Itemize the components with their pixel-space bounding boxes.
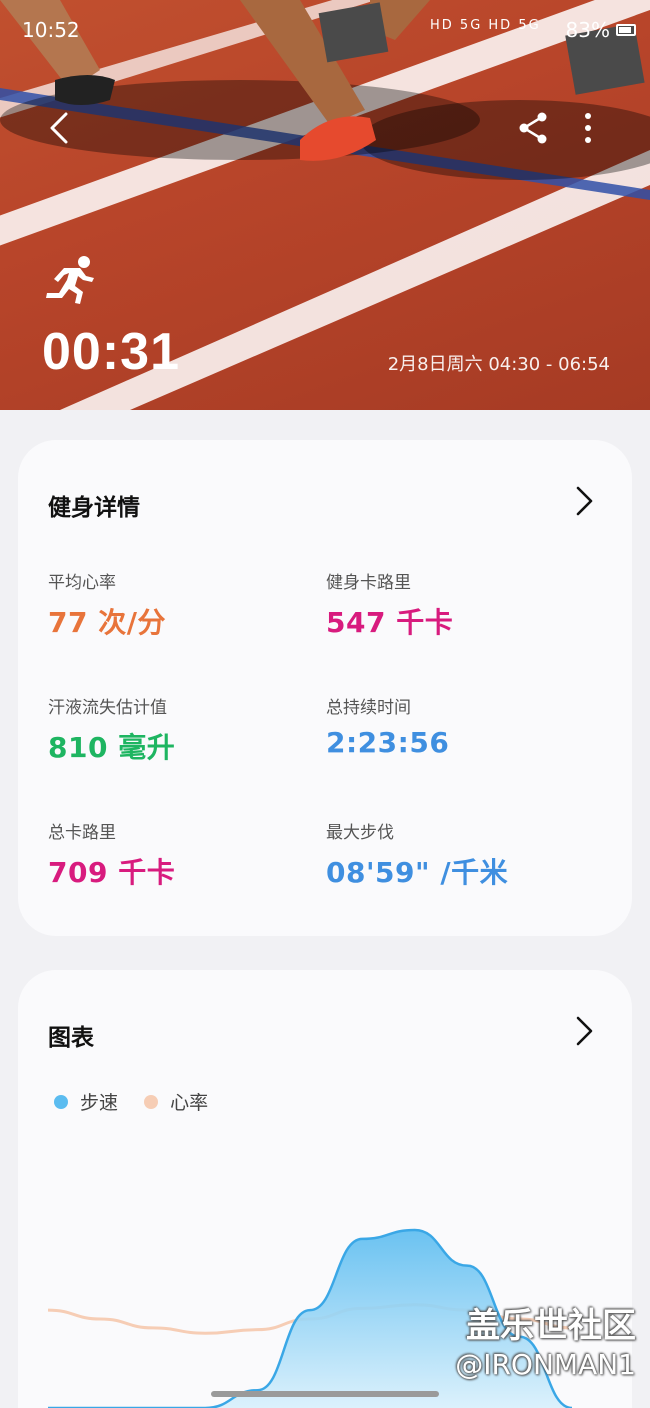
workout-time-range: 2月8日周六 04:30 - 06:54 — [387, 354, 610, 375]
back-button[interactable] — [40, 104, 80, 152]
home-indicator[interactable] — [211, 1391, 439, 1397]
metric-value: 77 次/分 — [48, 606, 166, 639]
legend-dot-pace — [54, 1094, 68, 1109]
battery-icon — [616, 24, 636, 36]
metric-total-calories: 总卡路里 709 千卡 — [48, 818, 318, 891]
metric-workout-calories: 健身卡路里 547 千卡 — [326, 568, 596, 641]
watermark-community: 盖乐世社区 — [466, 1306, 636, 1346]
metric-label: 健身卡路里 — [326, 573, 411, 593]
legend-dot-heart-rate — [144, 1094, 159, 1109]
metric-avg-heart-rate: 平均心率 77 次/分 — [48, 568, 318, 641]
workout-duration: 00:31 — [42, 323, 180, 381]
metric-max-pace: 最大步伐 08'59" /千米 — [326, 818, 596, 891]
chart-card-title: 图表 — [48, 1025, 94, 1051]
metric-value: 547 千卡 — [326, 606, 454, 639]
metric-value: 709 千卡 — [48, 856, 176, 889]
more-vertical-icon — [585, 113, 591, 143]
metric-total-duration: 总持续时间 2:23:56 — [326, 693, 596, 759]
metric-label: 最大步伐 — [326, 823, 394, 843]
network-icon: HD 5G HD 5G — [430, 18, 541, 33]
chevron-right-icon[interactable] — [572, 1014, 596, 1048]
metric-label: 总持续时间 — [326, 698, 411, 718]
legend-item-heart-rate: 心率 — [144, 1088, 208, 1115]
status-bar: 10:52 HD 5G HD 5G 83% — [0, 14, 650, 48]
watermark-username: @IRONMAN1 — [455, 1348, 636, 1381]
metric-value: 08'59" /千米 — [326, 856, 509, 889]
metric-value: 810 毫升 — [48, 731, 176, 764]
status-time: 10:52 — [22, 18, 80, 42]
legend-label-heart-rate: 心率 — [170, 1092, 209, 1114]
chevron-right-icon[interactable] — [572, 484, 596, 518]
share-button[interactable] — [514, 108, 554, 148]
legend-label-pace: 步速 — [80, 1092, 119, 1114]
running-icon — [46, 256, 94, 304]
metric-label: 汗液流失估计值 — [48, 698, 167, 718]
battery-level: 83% — [565, 18, 610, 42]
legend-item-pace: 步速 — [54, 1088, 118, 1115]
share-icon — [519, 112, 547, 144]
metric-label: 总卡路里 — [48, 823, 116, 843]
metric-sweat-loss: 汗液流失估计值 810 毫升 — [48, 693, 318, 766]
metric-label: 平均心率 — [48, 573, 116, 593]
workout-hero-banner: 10:52 HD 5G HD 5G 83% 00:31 2月8日周六 04:30… — [0, 0, 650, 410]
back-chevron-icon — [50, 112, 68, 144]
fitness-details-title: 健身详情 — [48, 495, 140, 521]
fitness-details-card[interactable]: 健身详情 平均心率 77 次/分 健身卡路里 547 千卡 汗液流失估计值 81… — [18, 440, 632, 936]
chart-legend: 步速 心率 — [54, 1088, 228, 1115]
more-options-button[interactable] — [572, 108, 604, 148]
metric-value: 2:23:56 — [326, 726, 450, 759]
